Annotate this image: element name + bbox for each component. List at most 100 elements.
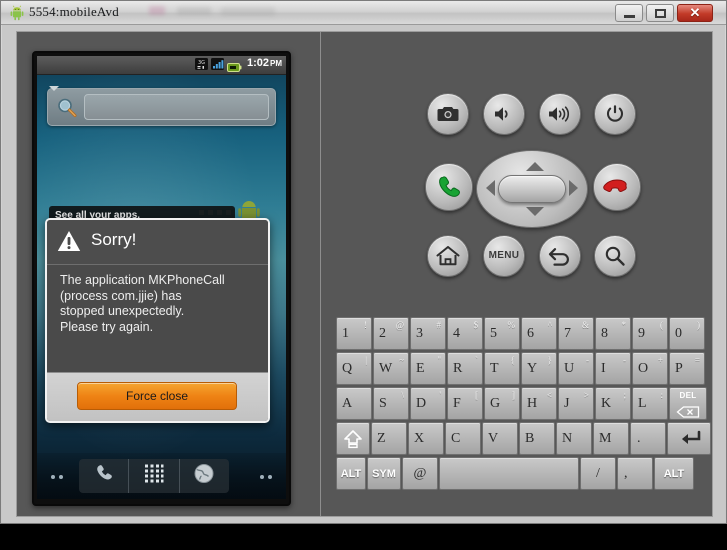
- key-,[interactable]: ,: [617, 457, 653, 490]
- key-n[interactable]: N: [556, 422, 592, 455]
- key-label: N: [562, 430, 573, 446]
- key-@[interactable]: @: [402, 457, 438, 490]
- key-z[interactable]: Z: [371, 422, 407, 455]
- dialog-footer: Force close: [47, 372, 268, 421]
- phone-bezel: 3G 1:02PM See all your apps. Sorry! The …: [32, 51, 291, 506]
- key-6[interactable]: 6 ^: [521, 317, 557, 350]
- key-alt-label: ]: [512, 390, 515, 400]
- key-b[interactable]: B: [519, 422, 555, 455]
- key-g[interactable]: G]: [484, 387, 520, 420]
- key-u[interactable]: U-: [558, 352, 594, 385]
- key-.[interactable]: .: [630, 422, 666, 455]
- key-c[interactable]: C: [445, 422, 481, 455]
- end-call-button[interactable]: [593, 163, 641, 211]
- key-alt-right[interactable]: ALT: [654, 457, 694, 490]
- emulator-keyboard: 1! 2 @3 #4 $5% 6 ^ 7 & 8 * 9(0) Q | W ~ E " R ` T{Y} U - I - O + P =…: [336, 317, 719, 499]
- volume-up-button[interactable]: [539, 93, 581, 135]
- backspace-icon: [676, 406, 700, 418]
- call-button[interactable]: [425, 163, 473, 211]
- key-label: Q: [342, 360, 353, 376]
- emulator-window: 5554:mobileAvd ✕ 3G 1:02PM See all your …: [0, 0, 727, 524]
- key-7[interactable]: 7 &: [558, 317, 594, 350]
- key-o[interactable]: O +: [632, 352, 668, 385]
- key-3[interactable]: 3 #: [410, 317, 446, 350]
- dpad-down-icon[interactable]: [526, 207, 544, 216]
- dpad-up-icon[interactable]: [526, 162, 544, 171]
- key-r[interactable]: R `: [447, 352, 483, 385]
- key-e[interactable]: E ": [410, 352, 446, 385]
- android-robot-icon: [9, 5, 25, 21]
- key-alt-left[interactable]: ALT: [336, 457, 366, 490]
- key-4[interactable]: 4 $: [447, 317, 483, 350]
- chevron-down-icon[interactable]: [49, 86, 59, 91]
- key-/[interactable]: /: [580, 457, 616, 490]
- camera-button[interactable]: [427, 93, 469, 135]
- search-input[interactable]: [84, 94, 269, 120]
- force-close-button[interactable]: Force close: [77, 382, 237, 410]
- keyboard-row: 1! 2 @3 #4 $5% 6 ^ 7 & 8 * 9(0): [336, 317, 705, 350]
- key-i[interactable]: I-: [595, 352, 631, 385]
- key-label: 8: [601, 325, 608, 341]
- key-s[interactable]: S \: [373, 387, 409, 420]
- menu-button[interactable]: MENU: [483, 235, 525, 277]
- dock-item-launcher[interactable]: [129, 459, 180, 493]
- key-delete[interactable]: DEL: [669, 387, 707, 420]
- key-k[interactable]: K;: [595, 387, 631, 420]
- key-alt-label: >: [583, 390, 589, 400]
- key-alt-label: (: [660, 320, 663, 330]
- key-enter[interactable]: [667, 422, 711, 455]
- key-f[interactable]: F[: [447, 387, 483, 420]
- title-bar: 5554:mobileAvd ✕: [1, 1, 726, 25]
- key-1[interactable]: 1!: [336, 317, 372, 350]
- key-d[interactable]: D ': [410, 387, 446, 420]
- key-0[interactable]: 0): [669, 317, 705, 350]
- key-t[interactable]: T{: [484, 352, 520, 385]
- shift-arrow-icon: [337, 423, 369, 454]
- dock-item-phone[interactable]: [79, 459, 130, 493]
- back-button[interactable]: [539, 235, 581, 277]
- search-widget[interactable]: [47, 88, 276, 126]
- key-alt-label: @: [395, 320, 404, 330]
- key-alt-label: ': [439, 390, 441, 400]
- workspace-dots-left: [51, 475, 63, 479]
- emulator-body: 3G 1:02PM See all your apps. Sorry! The …: [2, 25, 725, 523]
- key-y[interactable]: Y}: [521, 352, 557, 385]
- key-space[interactable]: [439, 457, 579, 490]
- key-label: 1: [342, 325, 349, 341]
- clock-ampm: PM: [270, 59, 282, 68]
- key-x[interactable]: X: [408, 422, 444, 455]
- key-shift[interactable]: [336, 422, 370, 455]
- dpad-left-icon[interactable]: [486, 180, 495, 196]
- key-label: Z: [377, 430, 386, 446]
- key-w[interactable]: W ~: [373, 352, 409, 385]
- key-v[interactable]: V: [482, 422, 518, 455]
- dpad-right-icon[interactable]: [569, 180, 578, 196]
- key-2[interactable]: 2 @: [373, 317, 409, 350]
- dpad-center-button[interactable]: [498, 175, 566, 203]
- close-button[interactable]: ✕: [677, 4, 713, 22]
- key-5[interactable]: 5%: [484, 317, 520, 350]
- key-8[interactable]: 8 *: [595, 317, 631, 350]
- key-label: 9: [638, 325, 645, 341]
- power-button[interactable]: [594, 93, 636, 135]
- key-9[interactable]: 9(: [632, 317, 668, 350]
- battery-icon: [226, 59, 242, 72]
- key-l[interactable]: L:: [632, 387, 668, 420]
- phone-screen[interactable]: 3G 1:02PM See all your apps. Sorry! The …: [37, 56, 286, 499]
- volume-down-button[interactable]: [483, 93, 525, 135]
- key-p[interactable]: P =: [669, 352, 705, 385]
- search-button[interactable]: [594, 235, 636, 277]
- key-h[interactable]: H <: [521, 387, 557, 420]
- dock-item-browser[interactable]: [180, 459, 229, 493]
- key-sym[interactable]: SYM: [367, 457, 401, 490]
- minimize-button[interactable]: [615, 4, 643, 22]
- key-j[interactable]: J >: [558, 387, 594, 420]
- home-button[interactable]: [427, 235, 469, 277]
- key-label: @: [413, 465, 427, 481]
- key-m[interactable]: M: [593, 422, 629, 455]
- key-q[interactable]: Q |: [336, 352, 372, 385]
- key-label: .: [637, 430, 641, 446]
- maximize-button[interactable]: [646, 4, 674, 22]
- key-label: A: [342, 395, 353, 411]
- key-a[interactable]: A: [336, 387, 372, 420]
